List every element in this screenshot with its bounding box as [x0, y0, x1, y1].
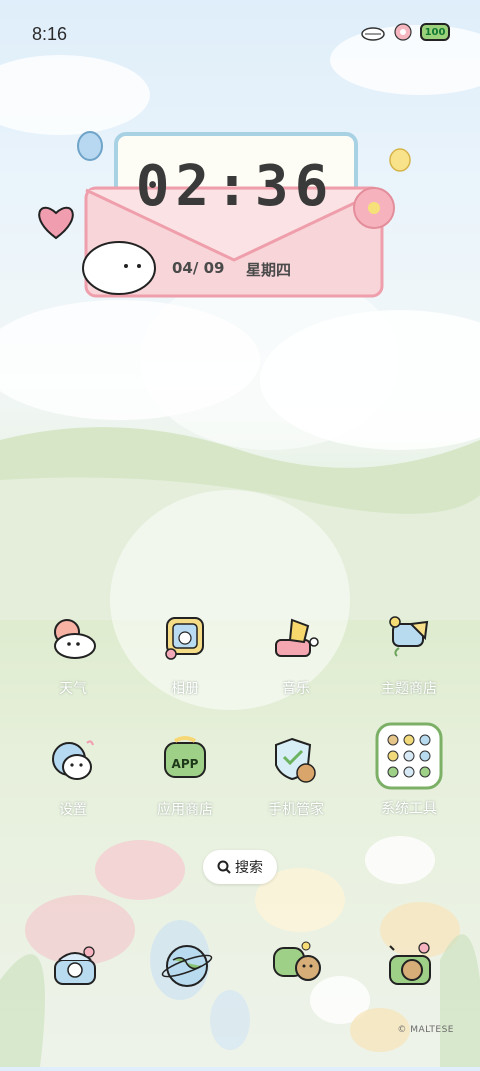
clock-time: 02:36 — [135, 154, 335, 219]
app-music[interactable]: 音乐 — [241, 612, 351, 698]
music-icon — [275, 618, 319, 657]
search-icon — [217, 860, 231, 874]
app-store-badge: APP — [172, 757, 199, 771]
app-theme-store-label: 主题商店 — [381, 681, 437, 697]
wifi-flower-icon — [394, 23, 412, 41]
app-settings[interactable]: 设置 — [18, 733, 128, 819]
status-bar: 8:16 100 — [0, 0, 480, 66]
weather-icon — [54, 619, 96, 659]
app-system-tools-label: 系统工具 — [381, 801, 437, 817]
app-weather[interactable]: 天气 — [18, 612, 128, 698]
app-theme-store[interactable]: 主题商店 — [354, 612, 464, 698]
app-app-store-label: 应用商店 — [157, 802, 213, 818]
phone-manager-icon — [275, 737, 316, 783]
browser-globe-icon[interactable] — [159, 938, 215, 994]
battery-level: 100 — [424, 26, 446, 38]
theme-store-icon — [389, 616, 429, 657]
app-gallery[interactable]: 相册 — [130, 612, 240, 698]
settings-icon — [52, 740, 94, 780]
app-phone-manager-label: 手机管家 — [268, 802, 324, 818]
app-phone-manager[interactable]: 手机管家 — [241, 733, 351, 819]
camera-icon[interactable] — [382, 938, 438, 994]
app-gallery-label: 相册 — [171, 681, 199, 697]
status-time: 8:16 — [32, 24, 68, 44]
battery-icon: 100 — [420, 23, 450, 41]
signal-dog-icon — [361, 27, 385, 41]
app-system-tools-folder[interactable]: 系统工具 — [354, 720, 464, 818]
gallery-icon — [165, 617, 204, 660]
app-app-store[interactable]: APP 应用商店 — [130, 733, 240, 819]
app-music-label: 音乐 — [282, 681, 310, 697]
clock-weekday: 星期四 — [246, 261, 292, 279]
status-icons: 100 — [360, 22, 450, 42]
clock-date: 04/ 09 — [172, 259, 225, 277]
app-settings-label: 设置 — [59, 802, 87, 818]
wallpaper-credit: © MALTESE — [397, 1025, 454, 1035]
app-weather-label: 天气 — [59, 681, 87, 697]
search-button[interactable]: 搜索 — [203, 850, 277, 884]
system-tools-folder-icon — [375, 722, 443, 790]
messages-icon[interactable] — [270, 938, 326, 994]
search-label: 搜索 — [235, 860, 263, 876]
app-store-icon: APP — [164, 736, 206, 778]
phone-icon[interactable] — [47, 938, 103, 994]
